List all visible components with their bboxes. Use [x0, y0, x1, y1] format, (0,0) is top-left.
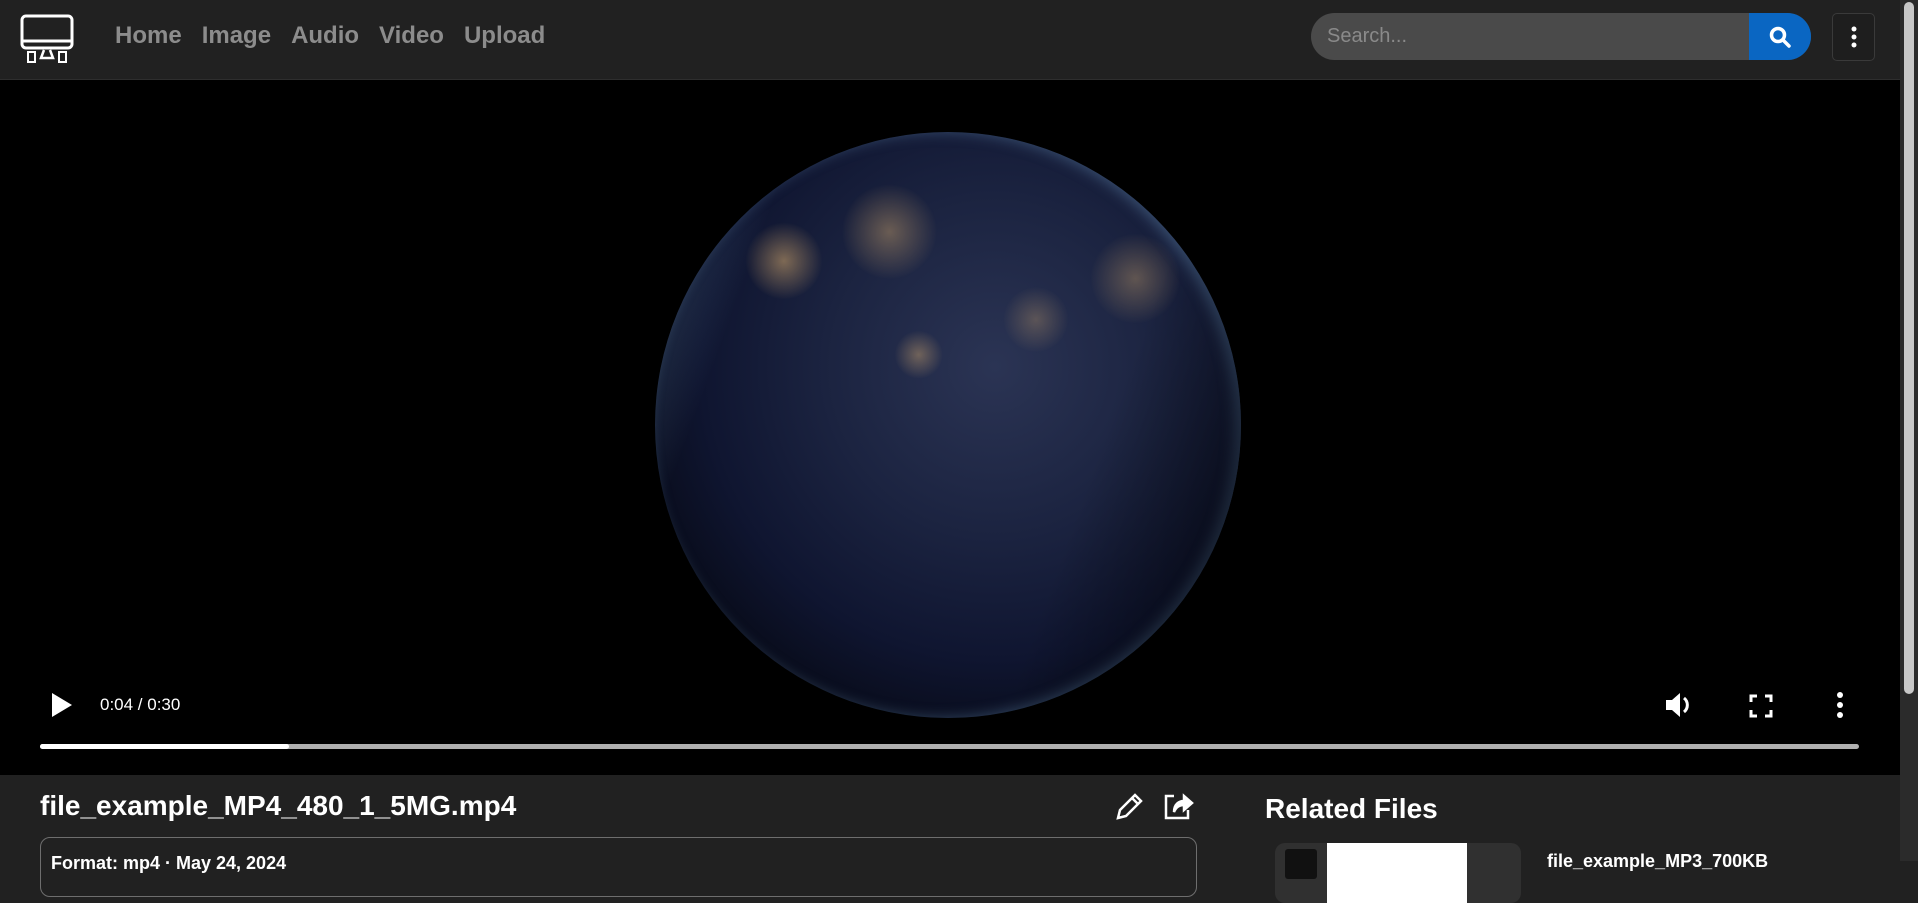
search-input[interactable] [1311, 13, 1749, 60]
nav-audio[interactable]: Audio [291, 22, 359, 50]
search-icon [1769, 26, 1791, 48]
search-button[interactable] [1749, 13, 1811, 60]
volume-icon[interactable] [1664, 690, 1696, 720]
page-scrollbar[interactable] [1900, 0, 1918, 861]
more-menu-button[interactable] [1832, 13, 1875, 61]
main-nav: Home Image Audio Video Upload [115, 22, 545, 50]
file-details-card: Format: mp4 · May 24, 2024 [40, 837, 1197, 897]
more-vert-icon [1851, 26, 1856, 48]
seek-bar[interactable] [40, 744, 1859, 749]
play-icon[interactable] [50, 691, 74, 719]
edit-pencil-icon[interactable] [1112, 790, 1146, 824]
video-frame-earth [655, 132, 1241, 718]
time-display: 0:04 / 0:30 [100, 695, 181, 714]
nav-upload[interactable]: Upload [464, 22, 545, 50]
player-more-icon[interactable] [1836, 691, 1844, 719]
nav-image[interactable]: Image [202, 22, 271, 50]
file-title: file_example_MP4_480_1_5MG.mp4 [40, 790, 517, 821]
file-meta: Format: mp4 · May 24, 2024 [51, 853, 287, 873]
related-file-item[interactable]: file_example_MP3_700KB [1275, 843, 1875, 903]
scrollbar-thumb[interactable] [1904, 2, 1914, 694]
nav-home[interactable]: Home [115, 22, 182, 50]
seek-bar-played [40, 744, 290, 749]
top-navbar: Home Image Audio Video Upload [0, 0, 1900, 80]
video-player[interactable]: 0:04 / 0:30 [0, 80, 1900, 775]
related-file-name: file_example_MP3_700KB [1547, 851, 1769, 871]
related-file-thumbnail [1275, 843, 1521, 903]
nav-video[interactable]: Video [379, 22, 444, 50]
audio-speaker-icon [1285, 849, 1317, 879]
search-bar [1311, 13, 1811, 60]
related-files-heading: Related Files [1265, 793, 1438, 824]
desktop-monitor-logo-icon[interactable] [20, 14, 74, 64]
fullscreen-icon[interactable] [1749, 694, 1773, 718]
share-icon[interactable] [1160, 790, 1194, 824]
